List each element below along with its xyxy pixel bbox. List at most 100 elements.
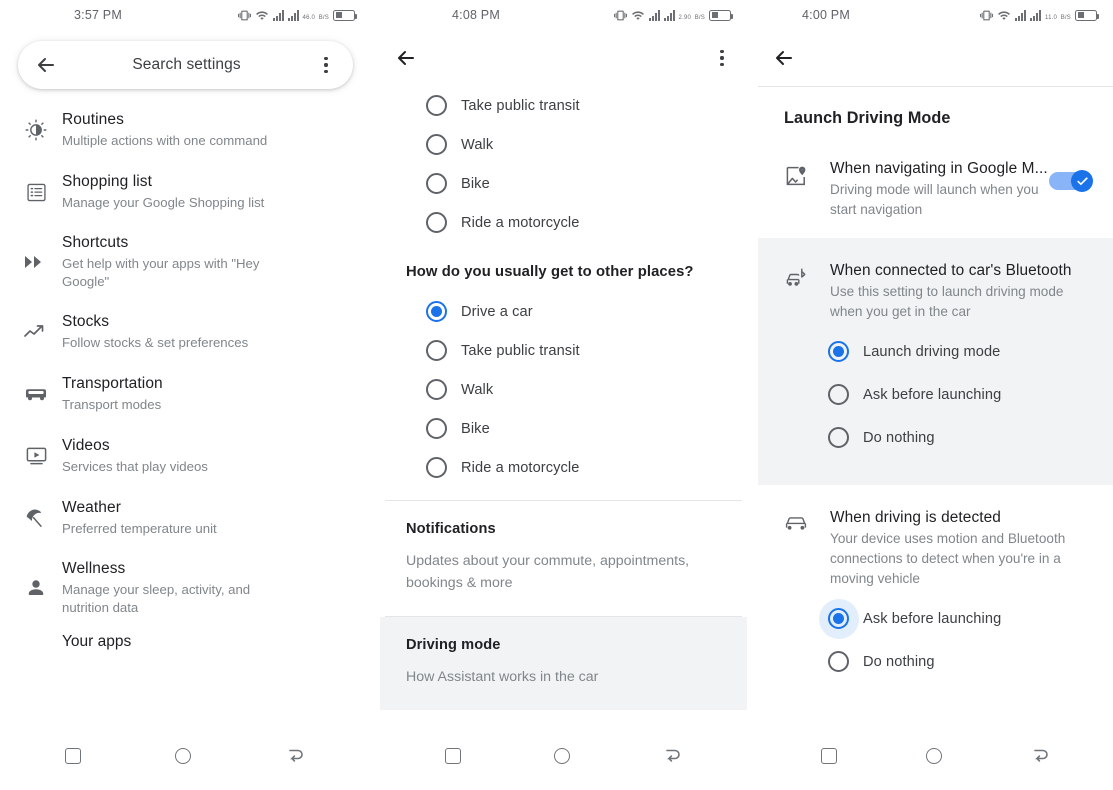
network-speed-indicator: 46.0 B/S [302, 15, 329, 21]
radio-circle-icon[interactable] [426, 301, 447, 322]
page-title: Launch Driving Mode [784, 109, 951, 127]
weather-icon [14, 506, 58, 531]
radio-label: Do nothing [863, 429, 935, 446]
setting-driving-detected[interactable]: When driving is detected Your device use… [758, 485, 1113, 701]
radio-option[interactable]: Walk [426, 125, 721, 164]
radio-circle-icon[interactable] [818, 598, 859, 639]
vibrate-icon [237, 9, 251, 22]
circle-nav-icon[interactable] [925, 748, 942, 764]
transportation-icon [14, 385, 58, 403]
bluetooth-radio-group: Launch driving mode Ask before launching… [784, 322, 1095, 459]
sidebar-item-stocks[interactable]: Stocks Follow stocks & set preferences [0, 301, 371, 363]
radio-label: Walk [461, 136, 494, 153]
sidebar-item-weather[interactable]: Weather Preferred temperature unit [0, 487, 371, 549]
sidebar-item-routines[interactable]: Routines Multiple actions with one comma… [0, 99, 371, 161]
radio-option[interactable]: Drive a car [426, 292, 721, 331]
vibrate-icon [979, 9, 993, 22]
block-subtitle: How Assistant works in the car [406, 669, 599, 685]
driving-mode-block[interactable]: Driving mode How Assistant works in the … [380, 617, 747, 710]
radio-circle-icon[interactable] [828, 384, 849, 405]
square-nav-icon[interactable] [820, 748, 837, 764]
circle-nav-icon[interactable] [175, 748, 192, 764]
setting-subtitle: Use this setting to launch driving mode … [830, 284, 1064, 319]
radio-option[interactable]: Do nothing [828, 640, 1095, 683]
block-title: Driving mode [406, 637, 501, 653]
sidebar-item-label: Weather [62, 499, 121, 516]
sidebar-item-shortcuts[interactable]: Shortcuts Get help with your apps with "… [0, 223, 371, 301]
radio-option[interactable]: Walk [426, 370, 721, 409]
shopping-list-icon [14, 181, 58, 204]
radio-circle-icon[interactable] [426, 457, 447, 478]
radio-option[interactable]: Ask before launching [828, 373, 1095, 416]
back-nav-icon[interactable] [286, 747, 306, 765]
sidebar-item-subtitle: Preferred temperature unit [62, 521, 217, 536]
setting-title: When connected to car's Bluetooth [830, 262, 1072, 279]
arrow-back-icon[interactable] [394, 46, 418, 70]
setting-subtitle: Driving mode will launch when you start … [830, 182, 1039, 217]
radio-option[interactable]: Ride a motorcycle [426, 448, 721, 487]
radio-label: Ask before launching [863, 386, 1002, 403]
radio-option[interactable]: Bike [426, 164, 721, 203]
radio-option[interactable]: Bike [426, 409, 721, 448]
arrow-back-icon[interactable] [34, 53, 58, 77]
sidebar-item-subtitle: Services that play videos [62, 459, 208, 474]
square-nav-icon[interactable] [65, 748, 82, 764]
radio-label: Take public transit [461, 97, 580, 114]
radio-circle-icon[interactable] [426, 379, 447, 400]
signal-sim1-icon [648, 9, 660, 21]
sidebar-item-wellness[interactable]: Wellness Manage your sleep, activity, an… [0, 549, 371, 627]
radio-option[interactable]: Launch driving mode [828, 330, 1095, 373]
arrow-back-icon[interactable] [772, 46, 796, 70]
radio-circle-icon[interactable] [426, 95, 447, 116]
sidebar-item-your-apps[interactable]: Your apps [0, 627, 371, 651]
radio-option[interactable]: Ride a motorcycle [426, 203, 721, 242]
radio-option[interactable]: Do nothing [828, 416, 1095, 459]
setting-when-navigating[interactable]: When navigating in Google M... Driving m… [758, 128, 1113, 238]
navigation-toggle[interactable] [1049, 158, 1095, 220]
sidebar-item-videos[interactable]: Videos Services that play videos [0, 425, 371, 487]
radio-circle-icon[interactable] [426, 212, 447, 233]
radio-option[interactable]: Take public transit [426, 331, 721, 370]
wellness-icon [14, 576, 58, 600]
circle-nav-icon[interactable] [553, 748, 570, 764]
radio-circle-icon[interactable] [828, 651, 849, 672]
more-vert-icon[interactable] [315, 53, 337, 77]
radio-label: Drive a car [461, 303, 533, 320]
network-speed-indicator: 11.0 B/S [1044, 15, 1071, 21]
back-nav-icon[interactable] [663, 747, 683, 765]
sidebar-item-subtitle: Transport modes [62, 397, 162, 412]
setting-title: When navigating in Google M... [830, 160, 1048, 177]
transport-options-other: Drive a car Take public transit Walk Bik… [406, 292, 721, 487]
sidebar-item-label: Wellness [62, 560, 126, 577]
radio-option[interactable]: Take public transit [426, 86, 721, 125]
settings-list: Routines Multiple actions with one comma… [0, 99, 371, 651]
car-bluetooth-icon [784, 260, 830, 322]
videos-icon [14, 445, 58, 467]
radio-circle-icon[interactable] [426, 134, 447, 155]
notifications-block[interactable]: Notifications Updates about your commute… [380, 501, 747, 616]
wifi-icon [997, 9, 1011, 22]
status-time: 4:00 PM [802, 8, 850, 22]
back-nav-icon[interactable] [1031, 747, 1051, 765]
radio-label: Launch driving mode [863, 343, 1001, 360]
radio-option[interactable]: Ask before launching [818, 597, 1095, 640]
status-bar-middle: 4:08 PM 2.90 B/S [380, 0, 747, 30]
radio-circle-icon[interactable] [426, 340, 447, 361]
radio-circle-icon[interactable] [426, 418, 447, 439]
toggle-knob [1071, 170, 1093, 192]
radio-label: Do nothing [863, 653, 935, 670]
radio-circle-icon[interactable] [828, 427, 849, 448]
search-settings-bar[interactable]: Search settings [18, 41, 353, 89]
sidebar-item-shopping-list[interactable]: Shopping list Manage your Google Shoppin… [0, 161, 371, 223]
square-nav-icon[interactable] [444, 748, 461, 764]
three-screenshot-strip: 3:57 PM 46.0 B/S Search settings Routine… [0, 0, 1113, 790]
android-nav-bar-middle [380, 736, 747, 776]
sidebar-item-transportation[interactable]: Transportation Transport modes [0, 363, 371, 425]
block-title: Notifications [406, 521, 496, 537]
setting-car-bluetooth[interactable]: When connected to car's Bluetooth Use th… [758, 238, 1113, 485]
more-vert-icon[interactable] [711, 46, 733, 70]
radio-circle-icon[interactable] [426, 173, 447, 194]
radio-circle-icon[interactable] [828, 341, 849, 362]
battery-icon [1075, 9, 1099, 21]
search-input[interactable]: Search settings [58, 56, 315, 74]
